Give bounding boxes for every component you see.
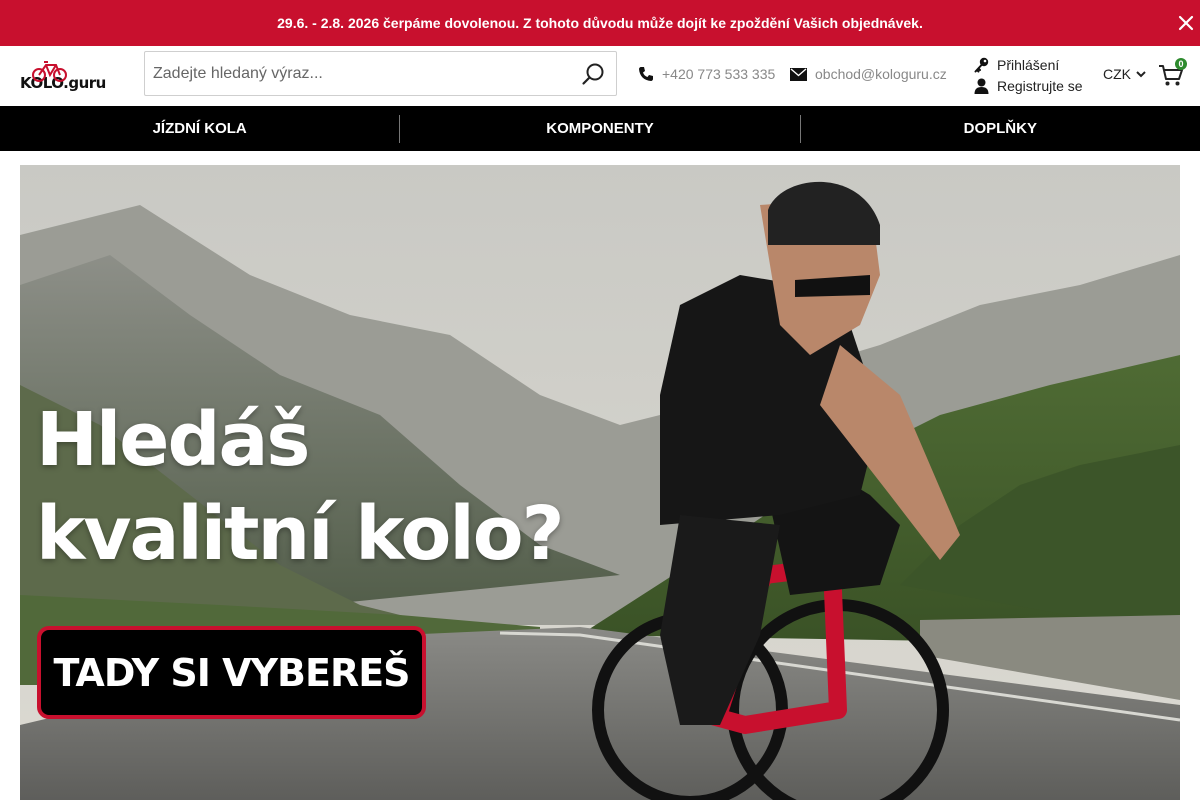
email-address: obchod@kologuru.cz [815, 66, 947, 82]
nav-item-label: JÍZDNÍ KOLA [152, 120, 247, 137]
phone-icon [639, 67, 653, 81]
currency-label: CZK [1103, 66, 1131, 82]
register-label: Registrujte se [997, 77, 1083, 94]
currency-select[interactable]: CZK [1103, 66, 1146, 82]
cart-button[interactable]: 0 [1158, 58, 1188, 90]
main-nav: JÍZDNÍ KOLA KOMPONENTY DOPLŇKY [0, 106, 1200, 151]
mail-icon [790, 67, 807, 81]
register-link[interactable]: Registrujte se [974, 75, 1083, 96]
login-link[interactable]: Přihlášení [974, 54, 1083, 75]
phone-contact[interactable]: +420 773 533 335 [638, 66, 775, 82]
nav-item-accessories[interactable]: DOPLŇKY [801, 106, 1200, 151]
search-input[interactable] [145, 52, 570, 95]
nav-item-bikes[interactable]: JÍZDNÍ KOLA [0, 106, 399, 151]
site-header: KOLO.guru +420 773 533 335 obchod@kologu… [0, 46, 1200, 106]
user-icon [974, 78, 989, 94]
chevron-down-icon [1136, 70, 1146, 77]
login-label: Přihlášení [997, 56, 1060, 73]
announcement-text: 29.6. - 2.8. 2026 čerpáme dovolenou. Z t… [277, 15, 923, 31]
logo[interactable]: KOLO.guru [20, 60, 110, 92]
account-links: Přihlášení Registrujte se [974, 54, 1083, 96]
cart-count-badge: 0 [1175, 58, 1187, 70]
close-icon[interactable] [1174, 11, 1198, 35]
nav-item-label: KOMPONENTY [546, 120, 654, 137]
nav-item-components[interactable]: KOMPONENTY [400, 106, 799, 151]
hero-cta-button[interactable]: TADY SI VYBEREŠ [37, 626, 426, 719]
hero-banner[interactable]: Hledáš kvalitní kolo? TADY SI VYBEREŠ [20, 165, 1180, 800]
announcement-bar: 29.6. - 2.8. 2026 čerpáme dovolenou. Z t… [0, 0, 1200, 46]
search-icon [582, 63, 604, 85]
hero-title-line-1: Hledáš [36, 397, 310, 483]
phone-number: +420 773 533 335 [662, 66, 776, 82]
search-button[interactable] [570, 52, 616, 95]
search-box [144, 51, 617, 96]
key-icon [974, 57, 989, 72]
hero-title-line-2: kvalitní kolo? [36, 491, 564, 577]
hero-title: Hledáš kvalitní kolo? [36, 393, 564, 581]
nav-item-label: DOPLŇKY [963, 120, 1037, 137]
email-contact[interactable]: obchod@kologuru.cz [790, 66, 947, 82]
bike-logo-icon [32, 61, 67, 82]
